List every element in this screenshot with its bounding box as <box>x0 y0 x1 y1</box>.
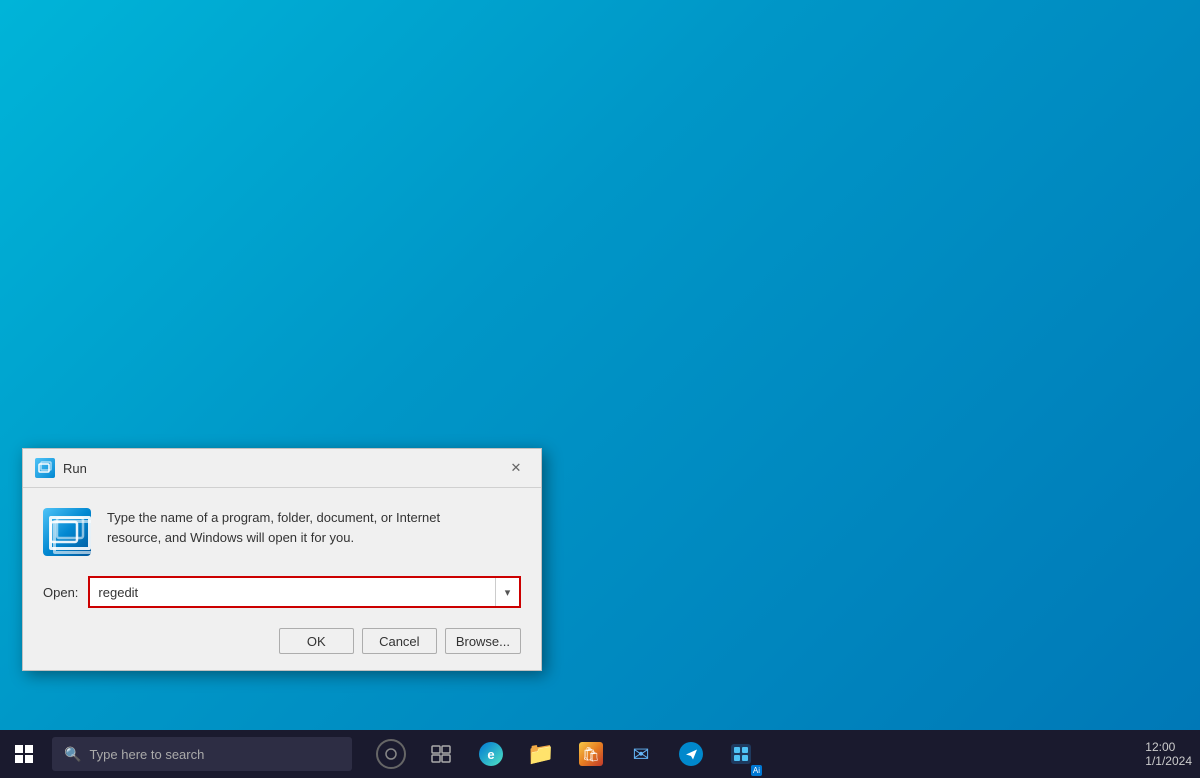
store-icon: 🛍 <box>579 742 603 766</box>
run-buttons: OK Cancel Browse... <box>43 628 521 654</box>
taskbar: 🔍 Type here to search <box>0 730 1200 778</box>
taskbar-search-bar[interactable]: 🔍 Type here to search <box>52 737 352 771</box>
run-close-button[interactable]: ✕ <box>503 457 529 479</box>
task-view-icon <box>431 745 451 763</box>
run-body: Type the name of a program, folder, docu… <box>23 488 541 670</box>
taskbar-search-placeholder: Type here to search <box>89 747 204 762</box>
task-view-button[interactable] <box>418 730 464 778</box>
agent-icon <box>729 742 753 766</box>
store-button[interactable]: 🛍 <box>568 730 614 778</box>
folder-icon: 📁 <box>527 741 554 767</box>
system-tray: 12:001/1/2024 <box>1145 740 1200 768</box>
run-input-wrapper: ▾ <box>88 576 521 608</box>
run-open-row: Open: ▾ <box>43 576 521 608</box>
telegram-button[interactable] <box>668 730 714 778</box>
agent-button[interactable]: Ai <box>718 730 764 778</box>
run-description: Type the name of a program, folder, docu… <box>107 508 440 547</box>
run-open-label: Open: <box>43 585 78 600</box>
run-ok-button[interactable]: OK <box>279 628 354 654</box>
run-cancel-button[interactable]: Cancel <box>362 628 437 654</box>
cortana-icon <box>376 739 406 769</box>
search-icon: 🔍 <box>64 746 81 763</box>
run-content-area: Type the name of a program, folder, docu… <box>43 508 521 556</box>
run-dropdown-button[interactable]: ▾ <box>495 578 519 606</box>
telegram-icon <box>679 742 703 766</box>
windows-logo-icon <box>15 745 33 763</box>
run-title: Run <box>63 461 87 476</box>
edge-icon: e <box>479 742 503 766</box>
ai-badge: Ai <box>751 765 762 776</box>
taskbar-pinned-apps: e 📁 🛍 ✉ <box>368 730 764 778</box>
run-dialog: Run ✕ Type the name of a program, folder… <box>22 448 542 671</box>
mail-button[interactable]: ✉ <box>618 730 664 778</box>
clock: 12:001/1/2024 <box>1145 740 1192 768</box>
run-titlebar: Run ✕ <box>23 449 541 488</box>
cortana-button[interactable] <box>368 730 414 778</box>
run-big-icon <box>43 508 91 556</box>
file-explorer-button[interactable]: 📁 <box>518 730 564 778</box>
start-button[interactable] <box>0 730 48 778</box>
run-app-icon <box>35 458 55 478</box>
mail-icon: ✉ <box>633 742 650 767</box>
run-titlebar-left: Run <box>35 458 87 478</box>
desktop: Run ✕ Type the name of a program, folder… <box>0 0 1200 778</box>
run-browse-button[interactable]: Browse... <box>445 628 521 654</box>
edge-button[interactable]: e <box>468 730 514 778</box>
run-input[interactable] <box>90 578 495 606</box>
